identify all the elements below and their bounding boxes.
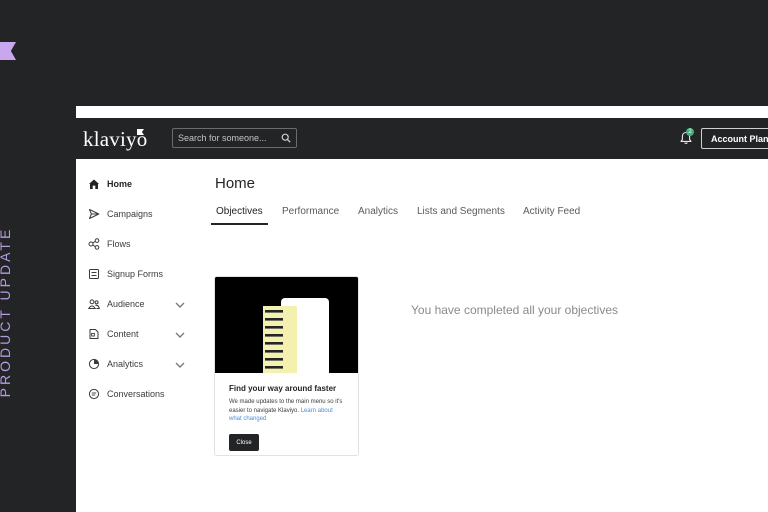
page-title: Home: [215, 175, 256, 192]
sidebar-item-flows[interactable]: Flows: [88, 236, 188, 252]
sidebar-item-label: Flows: [107, 239, 131, 249]
sidebar-item-label: Audience: [107, 299, 145, 309]
top-navigation-bar: klaviyo 2 Account Plans: [76, 118, 768, 159]
flows-icon: [88, 238, 100, 250]
sidebar-item-signup-forms[interactable]: Signup Forms: [88, 266, 188, 282]
tab-performance[interactable]: Performance: [282, 206, 339, 217]
card-body: We made updates to the main menu so it's…: [229, 398, 347, 424]
account-plans-button[interactable]: Account Plans: [701, 128, 768, 149]
send-icon: [89, 209, 100, 219]
sidebar-item-home[interactable]: Home: [88, 176, 188, 192]
content-icon: [89, 329, 99, 339]
chevron-down-icon[interactable]: [174, 329, 186, 341]
chevron-down-icon[interactable]: [174, 359, 186, 371]
sidebar-item-conversations[interactable]: Conversations: [88, 386, 188, 402]
klaviyo-app-window: klaviyo 2 Account Plans Home: [76, 118, 768, 512]
product-update-flag-icon: [0, 42, 16, 60]
sidebar-item-label: Campaigns: [107, 209, 153, 219]
sidebar-item-label: Conversations: [107, 389, 165, 399]
tab-lists-and-segments[interactable]: Lists and Segments: [417, 206, 505, 217]
chevron-down-icon[interactable]: [174, 299, 186, 311]
card-title: Find your way around faster: [229, 384, 337, 393]
active-tab-indicator: [211, 223, 268, 225]
tab-analytics[interactable]: Analytics: [358, 206, 398, 217]
home-icon: [89, 179, 99, 189]
chat-icon: [88, 388, 100, 400]
tab-objectives[interactable]: Objectives: [216, 206, 263, 217]
users-icon: [88, 299, 100, 309]
pie-chart-icon: [88, 358, 100, 370]
sidebar-item-analytics[interactable]: Analytics: [88, 356, 188, 372]
product-update-label: PRODUCT UPDATE: [0, 226, 13, 398]
menu-illustration: [215, 277, 358, 373]
sidebar-item-campaigns[interactable]: Campaigns: [88, 206, 188, 222]
sidebar-item-label: Content: [107, 329, 139, 339]
notification-badge: 2: [686, 128, 694, 136]
sidebar: Home Campaigns Flows Signup Forms Audien…: [76, 159, 196, 512]
navigation-update-card: Find your way around faster We made upda…: [214, 276, 359, 456]
form-icon: [89, 269, 99, 279]
sidebar-item-content[interactable]: Content: [88, 326, 188, 342]
search-input[interactable]: [173, 129, 278, 147]
search-box[interactable]: [172, 128, 297, 148]
tab-activity-feed[interactable]: Activity Feed: [523, 206, 580, 217]
search-icon[interactable]: [281, 133, 291, 143]
close-button[interactable]: Close: [229, 434, 259, 451]
sidebar-item-label: Home: [107, 179, 133, 189]
window-top-strip: [76, 106, 768, 118]
sidebar-item-label: Signup Forms: [107, 269, 164, 279]
sidebar-item-audience[interactable]: Audience: [88, 296, 188, 312]
sidebar-item-label: Analytics: [107, 359, 144, 369]
objectives-complete-message: You have completed all your objectives: [411, 303, 619, 317]
